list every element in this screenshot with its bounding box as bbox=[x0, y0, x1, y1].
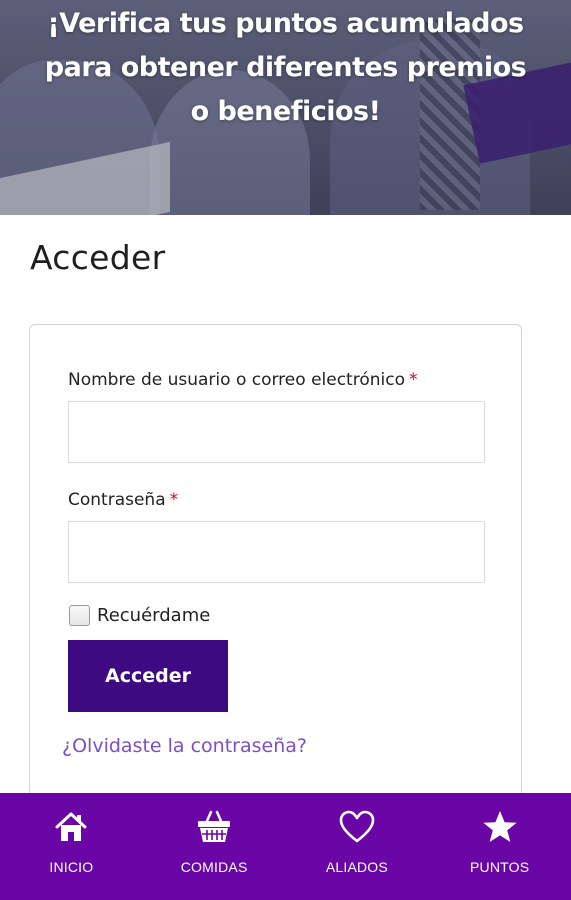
hero-title-line: para obtener diferentes premios bbox=[44, 52, 527, 83]
hero-title-line: o beneficios! bbox=[190, 96, 381, 127]
basket-icon bbox=[194, 807, 234, 847]
nav-item-inicio[interactable]: INICIO bbox=[0, 793, 143, 900]
nav-label: INICIO bbox=[49, 859, 94, 875]
username-label: Nombre de usuario o correo electrónico * bbox=[68, 370, 417, 390]
lost-password-link[interactable]: ¿Olvidaste la contraseña? bbox=[62, 735, 307, 757]
required-marker: * bbox=[408, 370, 418, 390]
nav-item-puntos[interactable]: PUNTOS bbox=[428, 793, 571, 900]
required-marker: * bbox=[169, 490, 179, 510]
page-title: Acceder bbox=[30, 238, 166, 277]
nav-item-comidas[interactable]: COMIDAS bbox=[143, 793, 286, 900]
remember-me[interactable]: Recuérdame bbox=[69, 605, 210, 626]
login-form: Nombre de usuario o correo electrónico * … bbox=[29, 324, 522, 844]
nav-label: PUNTOS bbox=[469, 859, 530, 875]
home-icon bbox=[51, 807, 91, 847]
remember-label: Recuérdame bbox=[97, 605, 211, 626]
login-button[interactable]: Acceder bbox=[68, 640, 228, 712]
bottom-nav: INICIO COMIDAS ALIADOS PUNTOS bbox=[0, 793, 571, 900]
password-label: Contraseña * bbox=[68, 490, 178, 510]
nav-label: ALIADOS bbox=[325, 859, 388, 875]
username-input[interactable] bbox=[68, 401, 485, 463]
hero-title-line: ¡Verifica tus puntos acumulados bbox=[47, 8, 524, 39]
star-icon bbox=[480, 807, 520, 847]
username-label-text: Nombre de usuario o correo electrónico bbox=[68, 370, 405, 390]
remember-checkbox[interactable] bbox=[69, 605, 90, 626]
password-input[interactable] bbox=[68, 521, 485, 583]
password-label-text: Contraseña bbox=[68, 490, 166, 510]
nav-label: COMIDAS bbox=[180, 859, 248, 875]
hero-banner: ¡Verifica tus puntos acumulados para obt… bbox=[0, 0, 571, 215]
hero-title: ¡Verifica tus puntos acumulados para obt… bbox=[0, 2, 571, 134]
nav-item-aliados[interactable]: ALIADOS bbox=[286, 793, 429, 900]
heart-icon bbox=[337, 807, 377, 847]
